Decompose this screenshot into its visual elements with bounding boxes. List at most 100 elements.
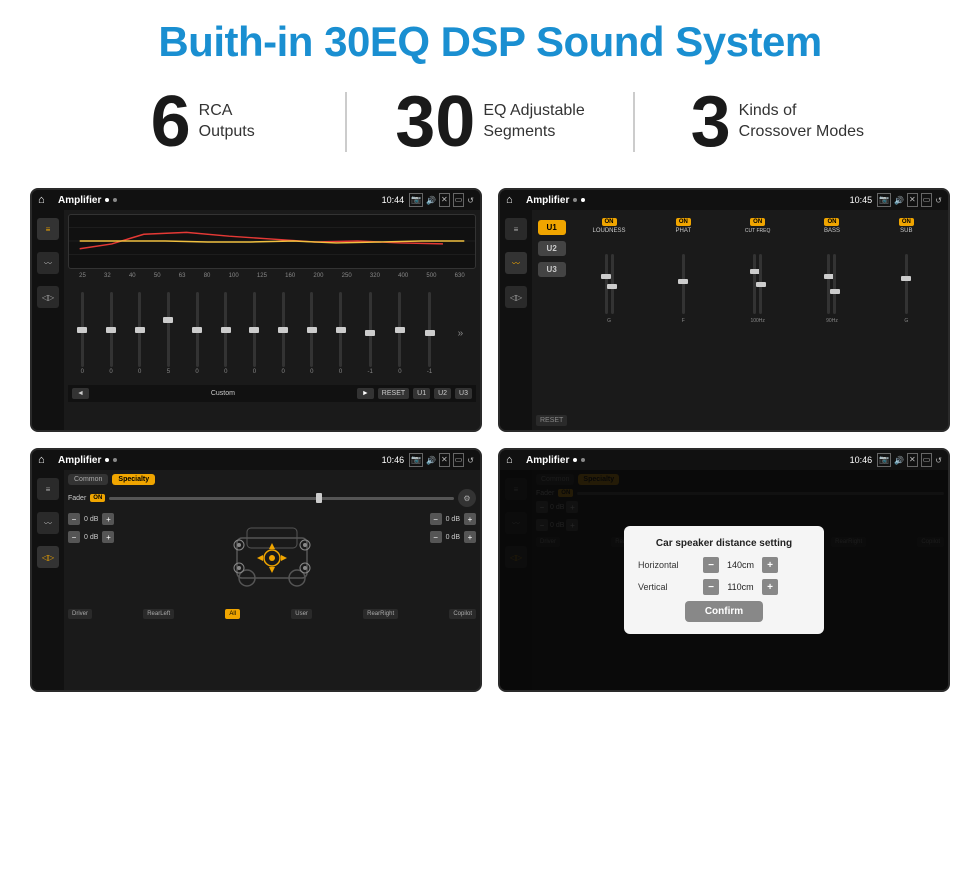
minus-btn-3[interactable]: − [430,513,442,525]
u1-btn[interactable]: U1 [413,388,430,399]
stat-crossover: 3 Kinds ofCrossover Modes [635,86,920,158]
window-icon-1: ▭ [453,193,465,206]
label-user[interactable]: User [291,609,312,619]
plus-btn-1[interactable]: + [102,513,114,525]
vertical-control: − 110cm + [703,579,778,595]
fader-row: Fader ON ⚙ [68,489,476,507]
time-4: 10:46 [850,455,873,465]
back-icon-1: ↺ [467,196,474,205]
eq-slider-8: 0 [310,292,313,375]
db-val-2: 0 dB [84,534,98,541]
minus-btn-2[interactable]: − [68,531,80,543]
cutfreq-on[interactable]: ON [750,218,765,226]
window-icon-3: ▭ [453,453,465,466]
amp-controls: ON LOUDNESS G ON PHAT [571,214,944,426]
status-icons-1: 10:44 📷 🔊 ✕ ▭ ↺ [380,193,474,206]
label-rearleft[interactable]: RearLeft [143,609,174,619]
car-svg [217,513,327,603]
minus-btn-1[interactable]: − [68,513,80,525]
tab-specialty[interactable]: Specialty [112,474,155,485]
volume-icon-2: 🔊 [894,196,904,205]
eq-icon-btn[interactable]: ≡ [37,218,59,240]
label-all[interactable]: All [225,609,240,619]
bass-on[interactable]: ON [824,218,839,226]
u2-btn[interactable]: U2 [434,388,451,399]
sub-sliders [905,236,908,316]
horizontal-label: Horizontal [638,560,703,570]
plus-btn-2[interactable]: + [102,531,114,543]
back-icon-3: ↺ [467,456,474,465]
dot-2 [113,198,117,202]
eq-icon-btn-2[interactable]: ≡ [505,218,527,240]
eq-slider-11: 0 [398,292,401,375]
sub-on[interactable]: ON [899,218,914,226]
close-icon-2: ✕ [907,193,918,206]
tab-common[interactable]: Common [68,474,108,485]
plus-btn-4[interactable]: + [464,531,476,543]
cross-bottom-labels: Driver RearLeft All User RearRight Copil… [68,609,476,619]
vertical-value: 110cm [723,582,758,592]
confirm-button[interactable]: Confirm [685,601,763,622]
stat-label-crossover: Kinds ofCrossover Modes [739,101,864,143]
vertical-plus[interactable]: + [762,579,778,595]
stat-rca: 6 RCAOutputs [60,86,345,158]
fader-label: Fader [68,495,86,502]
status-bar-1: ⌂ Amplifier 10:44 📷 🔊 ✕ ▭ ↺ [32,190,480,210]
preset-u1[interactable]: U1 [538,220,566,235]
reset-btn[interactable]: RESET [378,388,409,399]
screen3-body: ≡ 〰 ◁▷ Common Specialty Fader ON ⚙ [32,470,480,690]
fader-track [109,497,454,500]
minus-btn-4[interactable]: − [430,531,442,543]
time-3: 10:46 [382,455,405,465]
reset-btn-2[interactable]: RESET [536,415,567,426]
cutfreq-ctrl: ON CUT FREQ 100Hz [722,218,793,422]
plus-btn-3[interactable]: + [464,513,476,525]
wave-icon-btn-2[interactable]: 〰 [505,252,527,274]
eq-scroll-right[interactable]: » [458,328,464,339]
horizontal-plus[interactable]: + [762,557,778,573]
dot-8 [581,458,585,462]
fader-on[interactable]: ON [90,494,105,502]
vertical-minus[interactable]: − [703,579,719,595]
screen-crossover: ⌂ Amplifier 10:46 📷 🔊 ✕ ▭ ↺ ≡ 〰 ◁▷ [30,448,482,692]
eq-svg [69,215,475,268]
settings-wheel[interactable]: ⚙ [458,489,476,507]
camera-icon-3: 📷 [409,453,423,466]
preset-u2[interactable]: U2 [538,241,566,256]
eq-freq-labels: 2532 4050 6380 100125 160200 250320 4005… [68,273,476,279]
label-rearright[interactable]: RearRight [363,609,398,619]
sidebar-3: ≡ 〰 ◁▷ [32,470,64,690]
db-val-1: 0 dB [84,516,98,523]
loudness-on[interactable]: ON [602,218,617,226]
label-driver[interactable]: Driver [68,609,92,619]
preset-u3[interactable]: U3 [538,262,566,277]
volume-icon-3: 🔊 [426,456,436,465]
prev-btn[interactable]: ◄ [72,388,89,399]
app-name-3: Amplifier [58,455,101,466]
wave-icon-btn[interactable]: 〰 [37,252,59,274]
dialog-row-horizontal: Horizontal − 140cm + [638,557,810,573]
screenshots-grid: ⌂ Amplifier 10:44 📷 🔊 ✕ ▭ ↺ ≡ 〰 ◁▷ [0,178,980,712]
phat-ctrl: ON PHAT F [648,218,719,422]
label-copilot[interactable]: Copilot [449,609,476,619]
eq-slider-0: 0 [81,292,84,375]
status-icons-2: 10:45 📷 🔊 ✕ ▭ ↺ [848,193,942,206]
speaker-icon-btn[interactable]: ◁▷ [37,286,59,308]
amp-main: U1 U2 U3 RESET ON LOUDNESS [532,210,948,430]
screen-eq: ⌂ Amplifier 10:44 📷 🔊 ✕ ▭ ↺ ≡ 〰 ◁▷ [30,188,482,432]
u3-btn[interactable]: U3 [455,388,472,399]
eq-slider-2: 0 [138,292,141,375]
app-name-1: Amplifier [58,195,101,206]
camera-icon-4: 📷 [877,453,891,466]
wave-icon-btn-3[interactable]: 〰 [37,512,59,534]
phat-on[interactable]: ON [676,218,691,226]
play-btn[interactable]: ► [357,388,374,399]
eq-icon-btn-3[interactable]: ≡ [37,478,59,500]
close-icon-1: ✕ [439,193,450,206]
speaker-icon-btn-2[interactable]: ◁▷ [505,286,527,308]
speaker-icon-btn-3[interactable]: ◁▷ [37,546,59,568]
horizontal-minus[interactable]: − [703,557,719,573]
back-icon-4: ↺ [935,456,942,465]
eq-bottom-bar: ◄ Custom ► RESET U1 U2 U3 [68,385,476,402]
camera-icon-2: 📷 [877,193,891,206]
